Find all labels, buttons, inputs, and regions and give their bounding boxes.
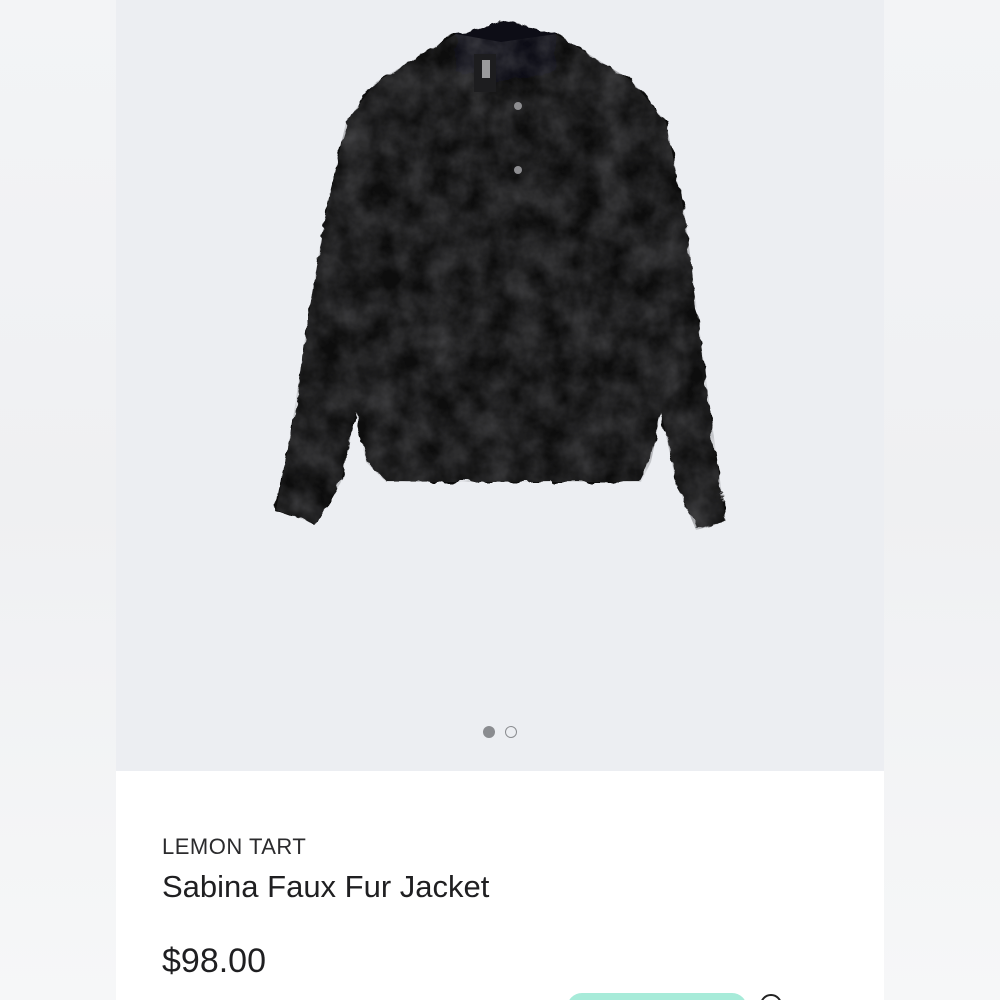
screen: LEMON TART Sabina Faux Fur Jacket $98.00 bbox=[0, 0, 1000, 1000]
info-icon[interactable] bbox=[760, 994, 782, 1000]
partial-badge[interactable] bbox=[567, 993, 747, 1000]
product-title: Sabina Faux Fur Jacket bbox=[162, 869, 490, 904]
product-card: LEMON TART Sabina Faux Fur Jacket $98.00 bbox=[116, 0, 884, 1000]
brand-name: LEMON TART bbox=[162, 834, 307, 859]
partial-row-cutoff bbox=[162, 993, 862, 1000]
product-price: $98.00 bbox=[162, 942, 266, 980]
jacket-image bbox=[276, 22, 726, 530]
left-backdrop bbox=[0, 0, 116, 1000]
product-image-carousel[interactable] bbox=[116, 0, 884, 771]
carousel-dot-2[interactable] bbox=[505, 726, 517, 738]
product-info: LEMON TART Sabina Faux Fur Jacket $98.00 bbox=[116, 771, 884, 1000]
carousel-indicator bbox=[116, 726, 884, 740]
right-backdrop bbox=[884, 0, 1000, 1000]
carousel-dot-1[interactable] bbox=[483, 726, 495, 738]
